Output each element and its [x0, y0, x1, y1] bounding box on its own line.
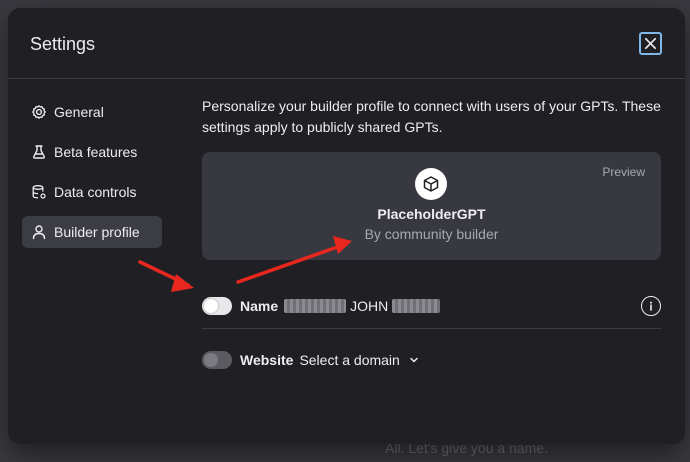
name-toggle[interactable]	[202, 297, 232, 315]
sidebar-item-label: General	[54, 104, 104, 120]
chevron-down-icon	[410, 357, 418, 363]
preview-gpt-name: PlaceholderGPT	[377, 206, 486, 222]
redacted-name-block	[392, 299, 441, 313]
website-toggle[interactable]	[202, 351, 232, 369]
name-value: JOHN	[350, 298, 389, 314]
redacted-name-block	[284, 299, 347, 313]
builder-profile-panel: Personalize your builder profile to conn…	[202, 96, 662, 369]
sidebar-item-label: Builder profile	[54, 224, 140, 240]
sidebar-item-builder-profile[interactable]: Builder profile	[22, 216, 162, 248]
user-icon	[31, 224, 47, 240]
toggle-knob	[204, 299, 218, 313]
name-row: Name JOHN	[202, 294, 661, 318]
gear-icon	[31, 104, 47, 120]
sidebar-item-beta-features[interactable]: Beta features	[22, 136, 162, 168]
toggle-knob	[204, 353, 218, 367]
info-icon	[650, 301, 652, 311]
preview-tag: Preview	[602, 165, 645, 179]
name-label: Name	[240, 298, 279, 314]
sidebar-item-general[interactable]: General	[22, 96, 162, 128]
domain-select-value: Select a domain	[299, 352, 400, 368]
info-button[interactable]	[641, 296, 661, 316]
modal-header: Settings	[8, 8, 685, 79]
domain-select[interactable]: Select a domain	[299, 352, 419, 368]
modal-title: Settings	[30, 34, 96, 54]
sidebar-item-data-controls[interactable]: Data controls	[22, 176, 162, 208]
sidebar-item-label: Data controls	[54, 184, 137, 200]
website-label: Website	[240, 352, 294, 368]
settings-sidebar: General Beta features Data controls Buil…	[22, 96, 162, 256]
website-row: Website Select a domain	[202, 348, 661, 372]
builder-description: Personalize your builder profile to conn…	[202, 98, 661, 135]
close-icon	[644, 37, 657, 50]
row-divider	[202, 328, 661, 329]
cube-icon	[415, 168, 447, 200]
flask-icon	[31, 144, 47, 160]
close-button[interactable]	[639, 32, 662, 55]
preview-card: Preview PlaceholderGPT By community buil…	[202, 152, 661, 260]
preview-byline: By community builder	[364, 226, 499, 242]
settings-modal: Settings General Beta features Data cont…	[8, 8, 685, 444]
sidebar-item-label: Beta features	[54, 144, 138, 160]
database-icon	[31, 184, 47, 200]
